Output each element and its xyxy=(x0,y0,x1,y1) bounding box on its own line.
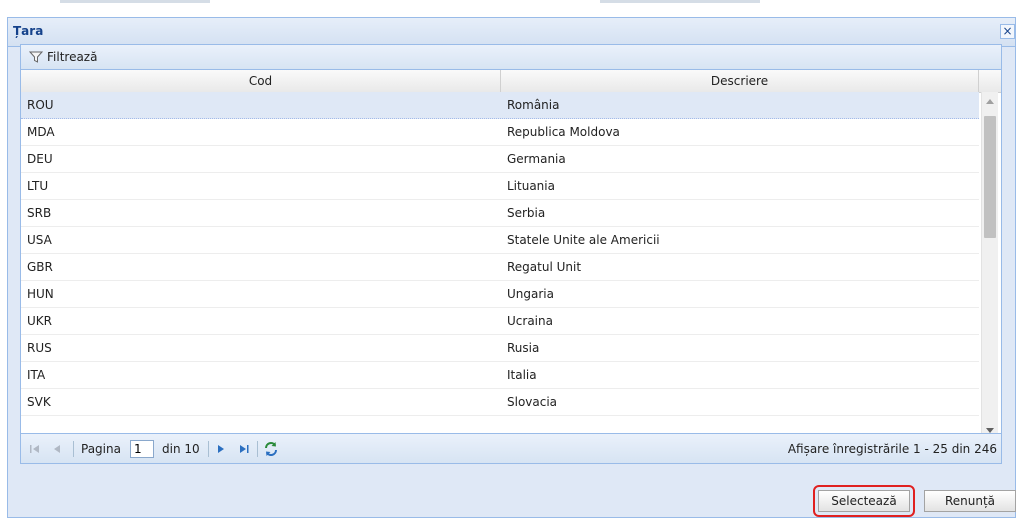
dialog-title: Țara xyxy=(13,24,44,38)
page-number-field[interactable] xyxy=(130,434,154,464)
prev-page-icon[interactable] xyxy=(51,434,63,464)
grid-rows: ROU România MDA Republica Moldova DEU Germani… xyxy=(21,92,979,440)
cell-code: RUS xyxy=(27,341,52,355)
page-count: din 10 xyxy=(162,442,200,456)
cell-description: Regatul Unit xyxy=(507,260,582,274)
first-page-icon[interactable] xyxy=(29,434,41,464)
page-label: Pagina xyxy=(81,442,121,456)
table-row[interactable]: SRB Serbia xyxy=(21,200,979,227)
dialog-header: Țara × xyxy=(8,18,1015,47)
last-page-icon[interactable] xyxy=(238,434,250,464)
table-row[interactable]: GBR Regatul Unit xyxy=(21,254,979,281)
refresh-icon[interactable] xyxy=(263,434,279,464)
separator xyxy=(257,441,258,457)
cell-code: ROU xyxy=(27,98,54,112)
separator xyxy=(73,441,74,457)
cell-description: Serbia xyxy=(507,206,546,220)
table-row[interactable]: MDA Republica Moldova xyxy=(21,119,979,146)
paging-toolbar: Pagina din 10 Afișare înregistrările 1 -… xyxy=(21,433,1001,463)
column-headers: Cod Descriere xyxy=(21,70,1001,93)
cell-code: HUN xyxy=(27,287,54,301)
cell-code: LTU xyxy=(27,179,49,193)
page-input[interactable] xyxy=(130,440,154,458)
separator xyxy=(208,441,209,457)
table-row[interactable]: RUS Rusia xyxy=(21,335,979,362)
column-header-code[interactable]: Cod xyxy=(21,70,501,92)
highlight-annotation xyxy=(813,485,915,517)
table-row[interactable]: HUN Ungaria xyxy=(21,281,979,308)
next-page-icon[interactable] xyxy=(215,434,227,464)
scroll-thumb[interactable] xyxy=(984,116,996,238)
vertical-scrollbar[interactable] xyxy=(981,92,998,440)
cell-code: USA xyxy=(27,233,52,247)
column-header-description[interactable]: Descriere xyxy=(501,70,979,92)
table-row[interactable]: UKR Ucraina xyxy=(21,308,979,335)
table-row[interactable]: SVK Slovacia xyxy=(21,389,979,416)
background-text xyxy=(600,0,760,3)
close-icon[interactable]: × xyxy=(1000,24,1015,39)
cell-code: SRB xyxy=(27,206,52,220)
table-row[interactable]: DEU Germania xyxy=(21,146,979,173)
table-row[interactable]: LTU Lituania xyxy=(21,173,979,200)
cell-code: SVK xyxy=(27,395,51,409)
cell-description: România xyxy=(507,98,560,112)
scroll-up-icon[interactable] xyxy=(986,99,994,104)
cell-code: MDA xyxy=(27,125,55,139)
table-row[interactable]: ITA Italia xyxy=(21,362,979,389)
cell-description: Rusia xyxy=(507,341,540,355)
cell-code: UKR xyxy=(27,314,52,328)
cell-description: Germania xyxy=(507,152,566,166)
cell-description: Republica Moldova xyxy=(507,125,620,139)
paging-status: Afișare înregistrările 1 - 25 din 246 xyxy=(787,442,997,456)
cell-description: Ungaria xyxy=(507,287,554,301)
cell-description: Ucraina xyxy=(507,314,553,328)
table-row[interactable]: ROU România xyxy=(21,92,979,119)
background-window xyxy=(0,0,1016,18)
filter-label: Filtrează xyxy=(47,50,98,64)
cell-code: GBR xyxy=(27,260,53,274)
cell-description: Italia xyxy=(507,368,537,382)
country-grid: Filtrează Cod Descriere ROU România MDA Rep… xyxy=(20,44,1002,464)
funnel-icon xyxy=(29,51,43,63)
filter-toolbar: Filtrează xyxy=(21,45,1001,70)
background-text xyxy=(60,0,210,3)
cell-code: DEU xyxy=(27,152,53,166)
cell-code: ITA xyxy=(27,368,46,382)
cancel-button[interactable]: Renunță xyxy=(924,490,1016,512)
cell-description: Statele Unite ale Americii xyxy=(507,233,660,247)
table-row[interactable]: USA Statele Unite ale Americii xyxy=(21,227,979,254)
filter-button[interactable]: Filtrează xyxy=(29,50,97,64)
cell-description: Lituania xyxy=(507,179,555,193)
cell-description: Slovacia xyxy=(507,395,558,409)
